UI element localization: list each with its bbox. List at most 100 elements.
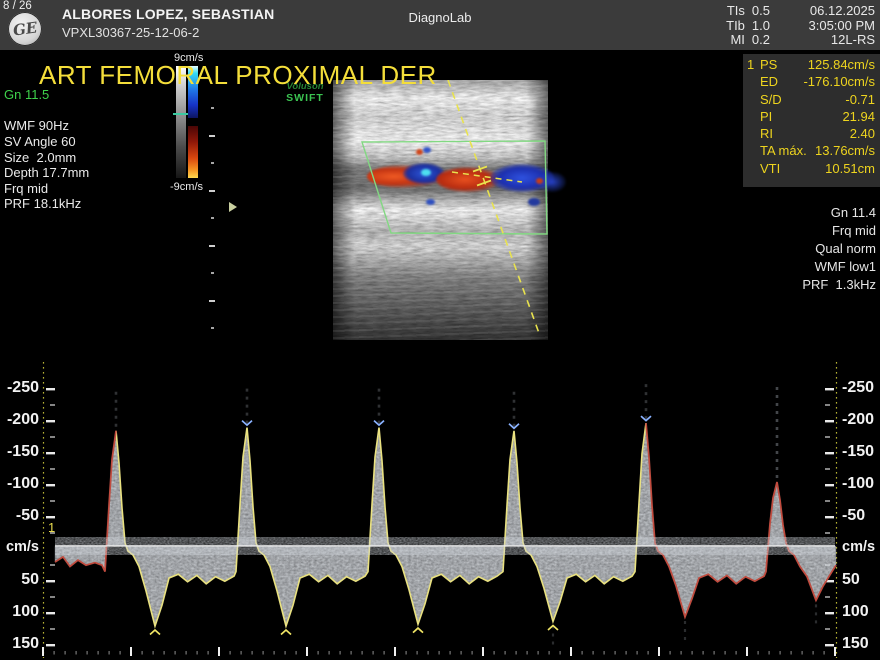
safety-row: MI 0.2 <box>726 33 770 48</box>
velocity-tick-left: -100 <box>0 475 39 493</box>
velocity-tick-left: -50 <box>0 507 39 525</box>
velocity-scale-bottom: -9cm/s <box>170 181 203 193</box>
patient-name: ALBORES LOPEZ, SEBASTIAN <box>62 6 274 22</box>
exam-time: 3:05:00 PM <box>809 19 876 34</box>
trace-carets <box>150 416 651 634</box>
velocity-tick-left: -150 <box>0 443 39 461</box>
depth-tick-dot <box>211 217 214 219</box>
probe-name: 12L-RS <box>809 33 876 48</box>
grayscale-marker <box>173 113 188 115</box>
color-velocity-bar-negative <box>188 126 198 178</box>
depth-tick-dash <box>209 300 215 302</box>
right-param: WMF low1 <box>802 258 876 276</box>
measurement-row: RI2.40 <box>747 126 875 143</box>
safety-row: TIb 1.0 <box>726 19 770 34</box>
ultrasound-screen: { "header": { "frame_counter": "8 / 26",… <box>0 0 880 660</box>
measurement-value: 21.94 <box>772 109 875 124</box>
left-param: Frq mid <box>4 181 89 197</box>
header-bar: 8 / 26 GE ALBORES LOPEZ, SEBASTIAN VPXL3… <box>0 0 880 50</box>
acoustic-output-block: TIs 0.5 TIb 1.0 MI 0.2 <box>726 4 770 48</box>
measurement-label: PI <box>760 109 772 124</box>
right-param: Qual norm <box>802 240 876 258</box>
velocity-tick-right: -250 <box>842 379 880 397</box>
velocity-tick-left: 150 <box>0 635 39 653</box>
axis-ticks <box>46 388 834 646</box>
depth-tick-dot <box>211 272 214 274</box>
safety-label: TIb <box>726 19 745 34</box>
measurement-label: RI <box>760 126 773 141</box>
measurement-label: PS <box>760 57 777 72</box>
safety-label: MI <box>730 33 744 48</box>
measurement-label: TA máx. <box>760 143 807 158</box>
velocity-tick-right: 100 <box>842 603 880 621</box>
facility-name: DiagnoLab <box>409 10 472 25</box>
depth-tick-dash <box>209 135 215 137</box>
depth-tick-dash <box>209 245 215 247</box>
dip-caret <box>281 630 291 635</box>
datetime-block: 06.12.2025 3:05:00 PM 12L-RS <box>809 4 876 48</box>
exam-annotation: ART FEMORAL PROXIMAL DER <box>39 60 437 91</box>
frame-counter: 8 / 26 <box>3 0 32 12</box>
dip-caret <box>413 628 423 633</box>
measurement-label: VTI <box>760 161 780 176</box>
measurement-value: -176.10cm/s <box>778 74 875 89</box>
velocity-tick-left: 50 <box>0 571 39 589</box>
measurement-value: 2.40 <box>773 126 875 141</box>
right-param: Gn 11.4 <box>802 204 876 222</box>
safety-label: TIs <box>727 4 745 19</box>
measurement-row: 1PS125.84cm/s <box>747 57 875 74</box>
velocity-tick-right: -150 <box>842 443 880 461</box>
focus-marker-icon <box>229 202 237 212</box>
time-ruler <box>42 647 836 656</box>
velocity-tick-right: cm/s <box>842 539 880 555</box>
ge-logo-monogram: GE <box>12 18 39 39</box>
exam-date: 06.12.2025 <box>809 4 876 19</box>
left-param: WMF 90Hz <box>4 118 89 134</box>
spectral-doppler-display <box>0 360 880 660</box>
velocity-tick-right: 50 <box>842 571 880 589</box>
right-param: PRF 1.3kHz <box>802 276 876 294</box>
depth-tick-dot <box>211 162 214 164</box>
measurement-row: TA máx.13.76cm/s <box>747 143 875 160</box>
measurement-value: 10.51cm <box>780 161 875 176</box>
measurement-label: S/D <box>760 92 782 107</box>
left-param: Depth 17.7mm <box>4 165 89 181</box>
depth-tick-dot <box>211 107 214 109</box>
velocity-tick-right: 150 <box>842 635 880 653</box>
left-param: Size 2.0mm <box>4 150 89 166</box>
safety-value: 1.0 <box>752 19 770 34</box>
measurement-label: ED <box>760 74 778 89</box>
velocity-tick-left: cm/s <box>0 539 39 555</box>
left-param: SV Angle 60 <box>4 134 89 150</box>
measurement-value: 13.76cm/s <box>807 143 875 158</box>
measurement-index: 1 <box>747 57 760 72</box>
measurement-row: ED-176.10cm/s <box>747 74 875 91</box>
measurement-row: PI21.94 <box>747 109 875 126</box>
doppler-waveform <box>55 381 836 647</box>
bmode-overlay <box>333 80 548 342</box>
safety-row: TIs 0.5 <box>726 4 770 19</box>
depth-tick-dot <box>211 327 214 329</box>
dip-caret <box>150 630 160 635</box>
color-box <box>362 141 547 234</box>
cycle-number-marker: 1 <box>48 520 55 535</box>
safety-value: 0.5 <box>752 4 770 19</box>
measurement-panel: 1PS125.84cm/sED-176.10cm/sS/D-0.71PI21.9… <box>743 54 880 187</box>
depth-tick-dash <box>209 190 215 192</box>
right-parameter-block: Gn 11.4Frq midQual normWMF low1PRF 1.3kH… <box>802 204 876 294</box>
measurement-value: -0.71 <box>782 92 875 107</box>
velocity-tick-right: -200 <box>842 411 880 429</box>
brand-watermark-line2: SWIFT <box>286 92 324 104</box>
velocity-tick-right: -100 <box>842 475 880 493</box>
velocity-tick-left: -200 <box>0 411 39 429</box>
ge-logo-icon: GE <box>8 12 42 46</box>
safety-value: 0.2 <box>752 33 770 48</box>
measurement-row: S/D-0.71 <box>747 92 875 109</box>
patient-id: VPXL30367-25-12-06-2 <box>62 25 199 40</box>
doppler-cursor-line <box>448 80 540 336</box>
left-param: PRF 18.1kHz <box>4 196 89 212</box>
velocity-tick-right: -50 <box>842 507 880 525</box>
velocity-tick-left: -250 <box>0 379 39 397</box>
right-param: Frq mid <box>802 222 876 240</box>
measurement-value: 125.84cm/s <box>777 57 875 72</box>
